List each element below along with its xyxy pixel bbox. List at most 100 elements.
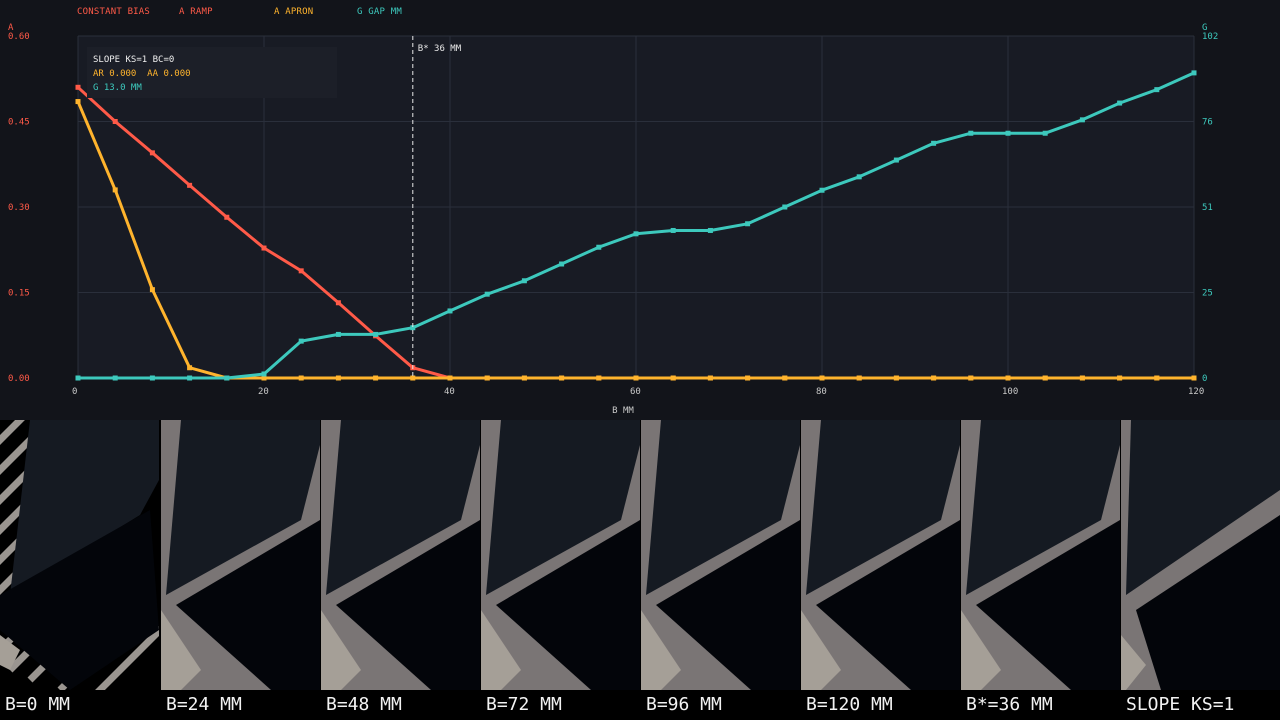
data-point-gap [187, 375, 193, 381]
data-point-apron [670, 375, 676, 381]
legend: CONSTANT BIAS A RAMP A APRON G GAP MM [0, 0, 1280, 24]
data-point-ramp [187, 182, 193, 188]
data-point-apron [149, 287, 155, 293]
data-point-apron [596, 375, 602, 381]
data-point-apron [521, 375, 527, 381]
data-point-gap [745, 221, 751, 227]
data-point-gap [1154, 87, 1160, 93]
data-point-apron [1005, 375, 1011, 381]
y-right-tick-label: 76 [1202, 118, 1213, 128]
thumbnail-3: B=72 MM [481, 420, 640, 720]
info-slope: SLOPE KS=1 BC=0 [93, 55, 175, 65]
data-point-gap [856, 174, 862, 180]
shadow-render [321, 420, 480, 690]
data-point-gap [633, 231, 639, 237]
x-tick-label: 40 [444, 387, 455, 397]
data-point-apron [819, 375, 825, 381]
data-point-ramp [298, 268, 304, 274]
data-point-apron [782, 375, 788, 381]
thumbnail-5: B=120 MM [801, 420, 960, 720]
data-point-apron [1117, 375, 1123, 381]
data-point-apron [931, 375, 937, 381]
data-point-ramp [112, 119, 118, 124]
data-point-apron [707, 375, 713, 381]
x-tick-label: 0 [72, 387, 77, 397]
data-point-gap [447, 308, 453, 314]
legend-gap: G GAP MM [357, 7, 402, 17]
data-point-gap [224, 375, 230, 381]
shadow-render [481, 420, 640, 690]
thumbnail-label: B*=36 MM [961, 690, 1120, 720]
data-point-apron [893, 375, 899, 381]
y-right-tick-label: 51 [1202, 203, 1213, 213]
data-point-gap [893, 157, 899, 163]
data-point-ramp [224, 214, 230, 220]
data-point-gap [261, 371, 267, 377]
info-panel: SLOPE KS=1 BC=0 AR 0.000 AA 0.000 G 13.0… [87, 47, 337, 98]
shadow-render [961, 420, 1120, 690]
data-point-apron [75, 99, 81, 105]
data-point-gap [596, 244, 602, 250]
data-point-gap [1117, 100, 1123, 106]
y-right-tick-label: 102 [1202, 32, 1218, 42]
shadow-render [801, 420, 960, 690]
x-tick-label: 100 [1002, 387, 1018, 397]
thumbnail-label: B=24 MM [161, 690, 320, 720]
data-point-ramp [261, 245, 267, 251]
data-point-gap [819, 187, 825, 193]
data-point-apron [298, 375, 304, 381]
data-point-apron [633, 375, 639, 381]
data-point-apron [559, 375, 565, 381]
data-point-apron [745, 375, 751, 381]
data-point-apron [1191, 375, 1197, 381]
info-ar-aa: AR 0.000 AA 0.000 [93, 69, 191, 79]
data-point-gap [1079, 117, 1085, 123]
y-left-tick-label: 0.00 [8, 374, 30, 384]
y-left-tick-label: 0.30 [8, 203, 30, 213]
data-point-gap [670, 227, 676, 233]
data-point-gap [484, 291, 490, 297]
app-root: AGB MM 0.00 0.15 0.30 0.45 0.60 0 25 51 76 102 0 20 4… [0, 0, 1280, 720]
data-point-gap [931, 140, 937, 146]
shadow-render [161, 420, 320, 690]
shadow-render-acne [0, 420, 159, 690]
thumbnail-label: B=96 MM [641, 690, 800, 720]
y-right-tick-label: 25 [1202, 289, 1213, 299]
data-point-apron [373, 375, 379, 381]
legend-constant-bias: CONSTANT BIAS [77, 7, 151, 17]
shadow-render [641, 420, 800, 690]
data-point-gap [75, 375, 81, 381]
data-point-apron [1079, 375, 1085, 381]
thumbnail-7: SLOPE KS=1 [1121, 420, 1280, 720]
data-point-apron [856, 375, 862, 381]
y-left-tick-label: 0.15 [8, 289, 30, 299]
x-tick-label: 80 [816, 387, 827, 397]
data-point-gap [968, 130, 974, 136]
data-point-apron [484, 375, 490, 381]
thumbnail-label: B=72 MM [481, 690, 640, 720]
data-point-gap [559, 261, 565, 267]
data-point-apron [447, 375, 453, 381]
data-point-ramp [75, 84, 81, 90]
data-point-gap [149, 375, 155, 381]
thumbnail-0: B=0 MM [0, 420, 159, 720]
thumbnail-label: SLOPE KS=1 [1121, 690, 1280, 720]
data-point-gap [335, 331, 341, 337]
data-point-gap [1005, 130, 1011, 136]
x-tick-label: 120 [1188, 387, 1204, 397]
thumbnail-4: B=96 MM [641, 420, 800, 720]
data-point-apron [1154, 375, 1160, 381]
thumbnail-6: B*=36 MM [961, 420, 1120, 720]
y-left-tick-label: 0.60 [8, 32, 30, 42]
data-point-apron [335, 375, 341, 381]
data-point-apron [968, 375, 974, 381]
data-point-gap [373, 331, 379, 337]
legend-apron: A APRON [274, 7, 314, 17]
marker-label: B* 36 MM [418, 44, 462, 54]
x-tick-label: 20 [258, 387, 269, 397]
thumbnail-2: B=48 MM [321, 420, 480, 720]
x-axis-title: B MM [612, 406, 634, 416]
data-point-gap [112, 375, 118, 381]
legend-ramp: A RAMP [179, 7, 213, 17]
data-point-apron [187, 365, 193, 371]
